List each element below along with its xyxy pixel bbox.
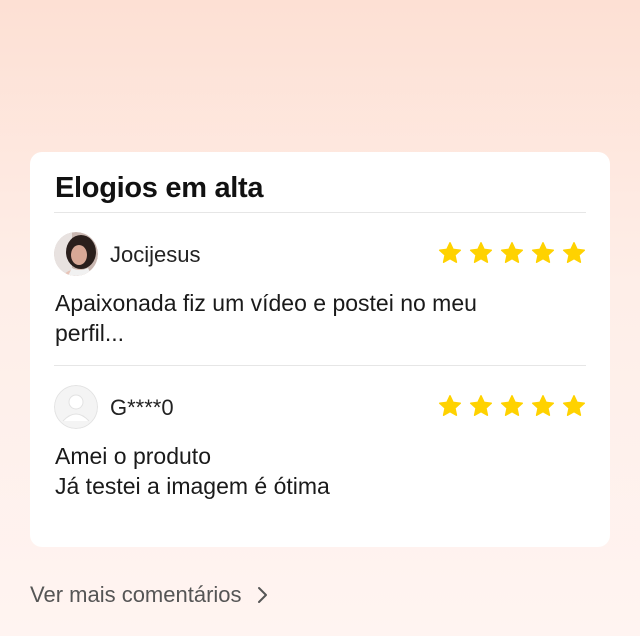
star-icon [531, 395, 555, 416]
divider [54, 365, 586, 366]
star-rating [438, 241, 586, 265]
star-icon [469, 242, 493, 263]
star-icon [531, 242, 555, 263]
review-item[interactable]: Jocijesus Apaixonada fiz um vídeo e post… [54, 232, 586, 372]
star-icon [438, 395, 462, 416]
avatar [54, 385, 98, 429]
section-title: Elogios em alta [55, 172, 264, 204]
chevron-right-icon [257, 587, 267, 603]
default-user-icon [54, 385, 98, 429]
star-icon [438, 242, 462, 263]
avatar [54, 232, 98, 276]
see-more-comments-link[interactable]: Ver mais comentários [30, 582, 270, 608]
see-more-label: Ver mais comentários [30, 582, 242, 607]
divider [54, 212, 586, 213]
username: Jocijesus [110, 242, 201, 267]
star-icon [500, 242, 524, 263]
username: G****0 [110, 395, 174, 420]
praise-card: Elogios em alta Jocijesus Apaixonada fiz… [30, 152, 610, 547]
review-item[interactable]: G****0 Amei o produto Já testei a imagem… [54, 385, 586, 525]
star-icon [562, 242, 586, 263]
star-icon [562, 395, 586, 416]
review-text: Amei o produto Já testei a imagem é ótim… [55, 443, 330, 499]
star-rating [438, 394, 586, 418]
review-text: Apaixonada fiz um vídeo e postei no meu … [55, 290, 477, 346]
user-photo-icon [54, 232, 98, 276]
star-icon [500, 395, 524, 416]
star-icon [469, 395, 493, 416]
